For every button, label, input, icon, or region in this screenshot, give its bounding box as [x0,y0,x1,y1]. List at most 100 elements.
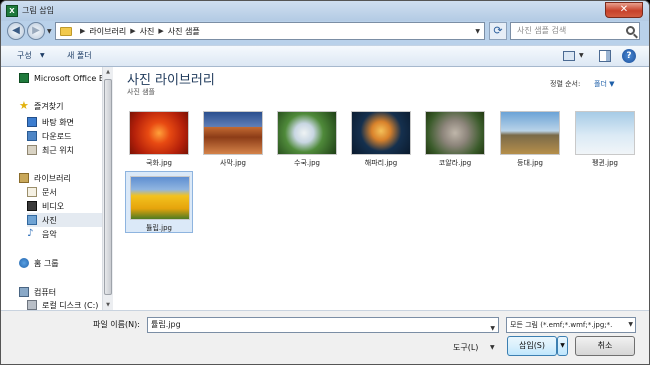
title-bar: X 그림 삽입 ✕ [1,1,649,21]
file-tile[interactable]: 등대.jpg [496,107,564,169]
breadcrumb-libraries[interactable]: 라이브러리 [89,26,126,37]
file-name: 튤립.jpg [146,224,172,232]
download-icon [27,131,37,141]
computer-icon [19,287,29,297]
refresh-button[interactable]: ⟳ [489,22,507,40]
dialog-footer: 파일 이름(N): 튤립.jpg ▼ 모든 그림 (*.emf;*.wmf;*.… [1,310,649,364]
file-name: 수국.jpg [294,159,320,167]
search-placeholder: 사진 샘플 검색 [517,26,567,35]
file-type-value: 모든 그림 (*.emf;*.wmf;*.jpg;*. [510,321,613,329]
nav-item-label: 홈 그룹 [34,258,59,268]
nav-item-favorites[interactable]: ★ 즐겨찾기 [19,99,105,113]
file-tile-selected[interactable]: 튤립.jpg [125,171,193,233]
nav-item-downloads[interactable]: 다운로드 [27,129,103,143]
file-name-input[interactable]: 튤립.jpg ▼ [147,317,499,333]
file-tile[interactable]: 수국.jpg [273,107,341,169]
tulips-thumbnail [130,176,190,220]
nav-item-documents[interactable]: 문서 [27,185,103,199]
arrange-by-dropdown[interactable]: 폴더 ▼ [594,79,615,89]
file-name: 국화.jpg [146,159,172,167]
nav-item-recent-places[interactable]: 최근 위치 [27,143,103,157]
file-name: 코알라.jpg [438,159,472,167]
breadcrumb-separator-icon[interactable]: ▶ [158,27,163,35]
nav-item-label: 라이브러리 [34,173,71,183]
close-button[interactable]: ✕ [605,2,643,18]
file-name: 사막.jpg [220,159,246,167]
cancel-button[interactable]: 취소 [575,336,635,356]
search-icon [626,26,635,35]
file-name: 해파리.jpg [364,159,398,167]
desktop-icon [27,117,37,127]
organize-button[interactable]: 구성 [17,50,32,61]
breadcrumb-sample-pictures[interactable]: 사진 샘플 [168,26,200,37]
file-tile[interactable]: 펭귄.jpg [571,107,639,169]
file-name-label: 파일 이름(N): [93,320,140,329]
video-icon [27,201,37,211]
lighthouse-thumbnail [500,111,560,155]
new-folder-button[interactable]: 새 폴더 [67,50,92,61]
nav-item-desktop[interactable]: 바탕 화면 [27,115,103,129]
organize-dropdown-icon[interactable]: ▼ [40,52,45,59]
file-type-select[interactable]: 모든 그림 (*.emf;*.wmf;*.jpg;*. ▼ [506,317,636,333]
forward-button[interactable]: ▶ [27,22,45,40]
scroll-down-icon[interactable]: ▼ [103,302,113,308]
tools-dropdown-icon[interactable]: ▼ [490,344,495,351]
navpane-scrollbar[interactable]: ▲ ▼ [102,67,113,310]
nav-item-homegroup[interactable]: 홈 그룹 [19,256,105,270]
breadcrumb-pictures[interactable]: 사진 [140,26,155,37]
excel-app-icon: X [6,5,18,17]
nav-item-computer[interactable]: 컴퓨터 [19,285,105,299]
desert-thumbnail [203,111,263,155]
tools-button[interactable]: 도구(L) [453,342,478,353]
change-view-icon[interactable] [563,51,575,61]
scroll-thumb[interactable] [104,79,112,295]
window-title: 그림 삽입 [22,6,54,15]
chrysanthemum-thumbnail [129,111,189,155]
view-dropdown-icon[interactable]: ▼ [579,52,584,59]
library-title: 사진 라이브러리 [127,73,215,88]
jellyfish-thumbnail [351,111,411,155]
nav-item-label: 바탕 화면 [42,117,74,127]
recent-places-icon [27,145,37,155]
hydrangeas-thumbnail [277,111,337,155]
nav-item-pictures[interactable]: 사진 [27,213,103,227]
insert-picture-dialog: X 그림 삽입 ✕ ◀ ▶ ▼ ▶ 라이브러리 ▶ 사진 ▶ 사진 샘플 ▼ ⟳… [0,0,650,365]
nav-item-label: 로컬 디스크 (C:) [42,300,99,310]
penguins-thumbnail [575,111,635,155]
search-input[interactable]: 사진 샘플 검색 [510,22,640,40]
nav-item-office[interactable]: Microsoft Office E: [19,71,105,85]
file-tile[interactable]: 코알라.jpg [421,107,489,169]
file-tile[interactable]: 사막.jpg [199,107,267,169]
nav-item-videos[interactable]: 비디오 [27,199,103,213]
homegroup-icon [19,258,29,268]
file-list-area: 사진 라이브러리 사진 샘플 정렬 순서: 폴더 ▼ 국화.jpg 사막.jpg… [113,67,649,310]
navigation-pane: Microsoft Office E: ★ 즐겨찾기 바탕 화면 다운로드 최근… [1,67,113,310]
back-button[interactable]: ◀ [7,22,25,40]
breadcrumb-separator-icon[interactable]: ▶ [130,27,135,35]
breadcrumb-separator-icon[interactable]: ▶ [80,27,85,35]
insert-options-dropdown-icon[interactable]: ▼ [557,336,568,356]
preview-pane-icon[interactable] [599,50,611,62]
scroll-up-icon[interactable]: ▲ [103,69,113,75]
recent-pages-dropdown-icon[interactable]: ▼ [47,28,52,35]
help-icon[interactable]: ? [622,49,636,63]
nav-item-label: Microsoft Office E: [34,73,105,83]
nav-item-label: 사진 [42,215,57,225]
folder-icon [60,26,72,36]
library-subtitle: 사진 샘플 [127,88,155,96]
file-tile[interactable]: 해파리.jpg [347,107,415,169]
insert-button[interactable]: 삽입(S) [507,336,557,356]
nav-item-libraries[interactable]: 라이브러리 [19,171,105,185]
file-name-dropdown-icon[interactable]: ▼ [490,322,495,336]
koala-thumbnail [425,111,485,155]
address-dropdown-icon[interactable]: ▼ [475,28,480,35]
address-bar[interactable]: ▶ 라이브러리 ▶ 사진 ▶ 사진 샘플 ▼ [55,22,485,40]
navigation-bar: ◀ ▶ ▼ ▶ 라이브러리 ▶ 사진 ▶ 사진 샘플 ▼ ⟳ 사진 샘플 검색 [1,21,649,43]
file-tile[interactable]: 국화.jpg [125,107,193,169]
nav-item-label: 최근 위치 [42,145,74,155]
nav-item-music[interactable]: ♪ 음악 [27,227,103,241]
star-icon: ★ [19,99,29,112]
file-type-dropdown-icon[interactable]: ▼ [626,318,633,332]
pictures-icon [27,215,37,225]
music-icon: ♪ [27,228,34,239]
